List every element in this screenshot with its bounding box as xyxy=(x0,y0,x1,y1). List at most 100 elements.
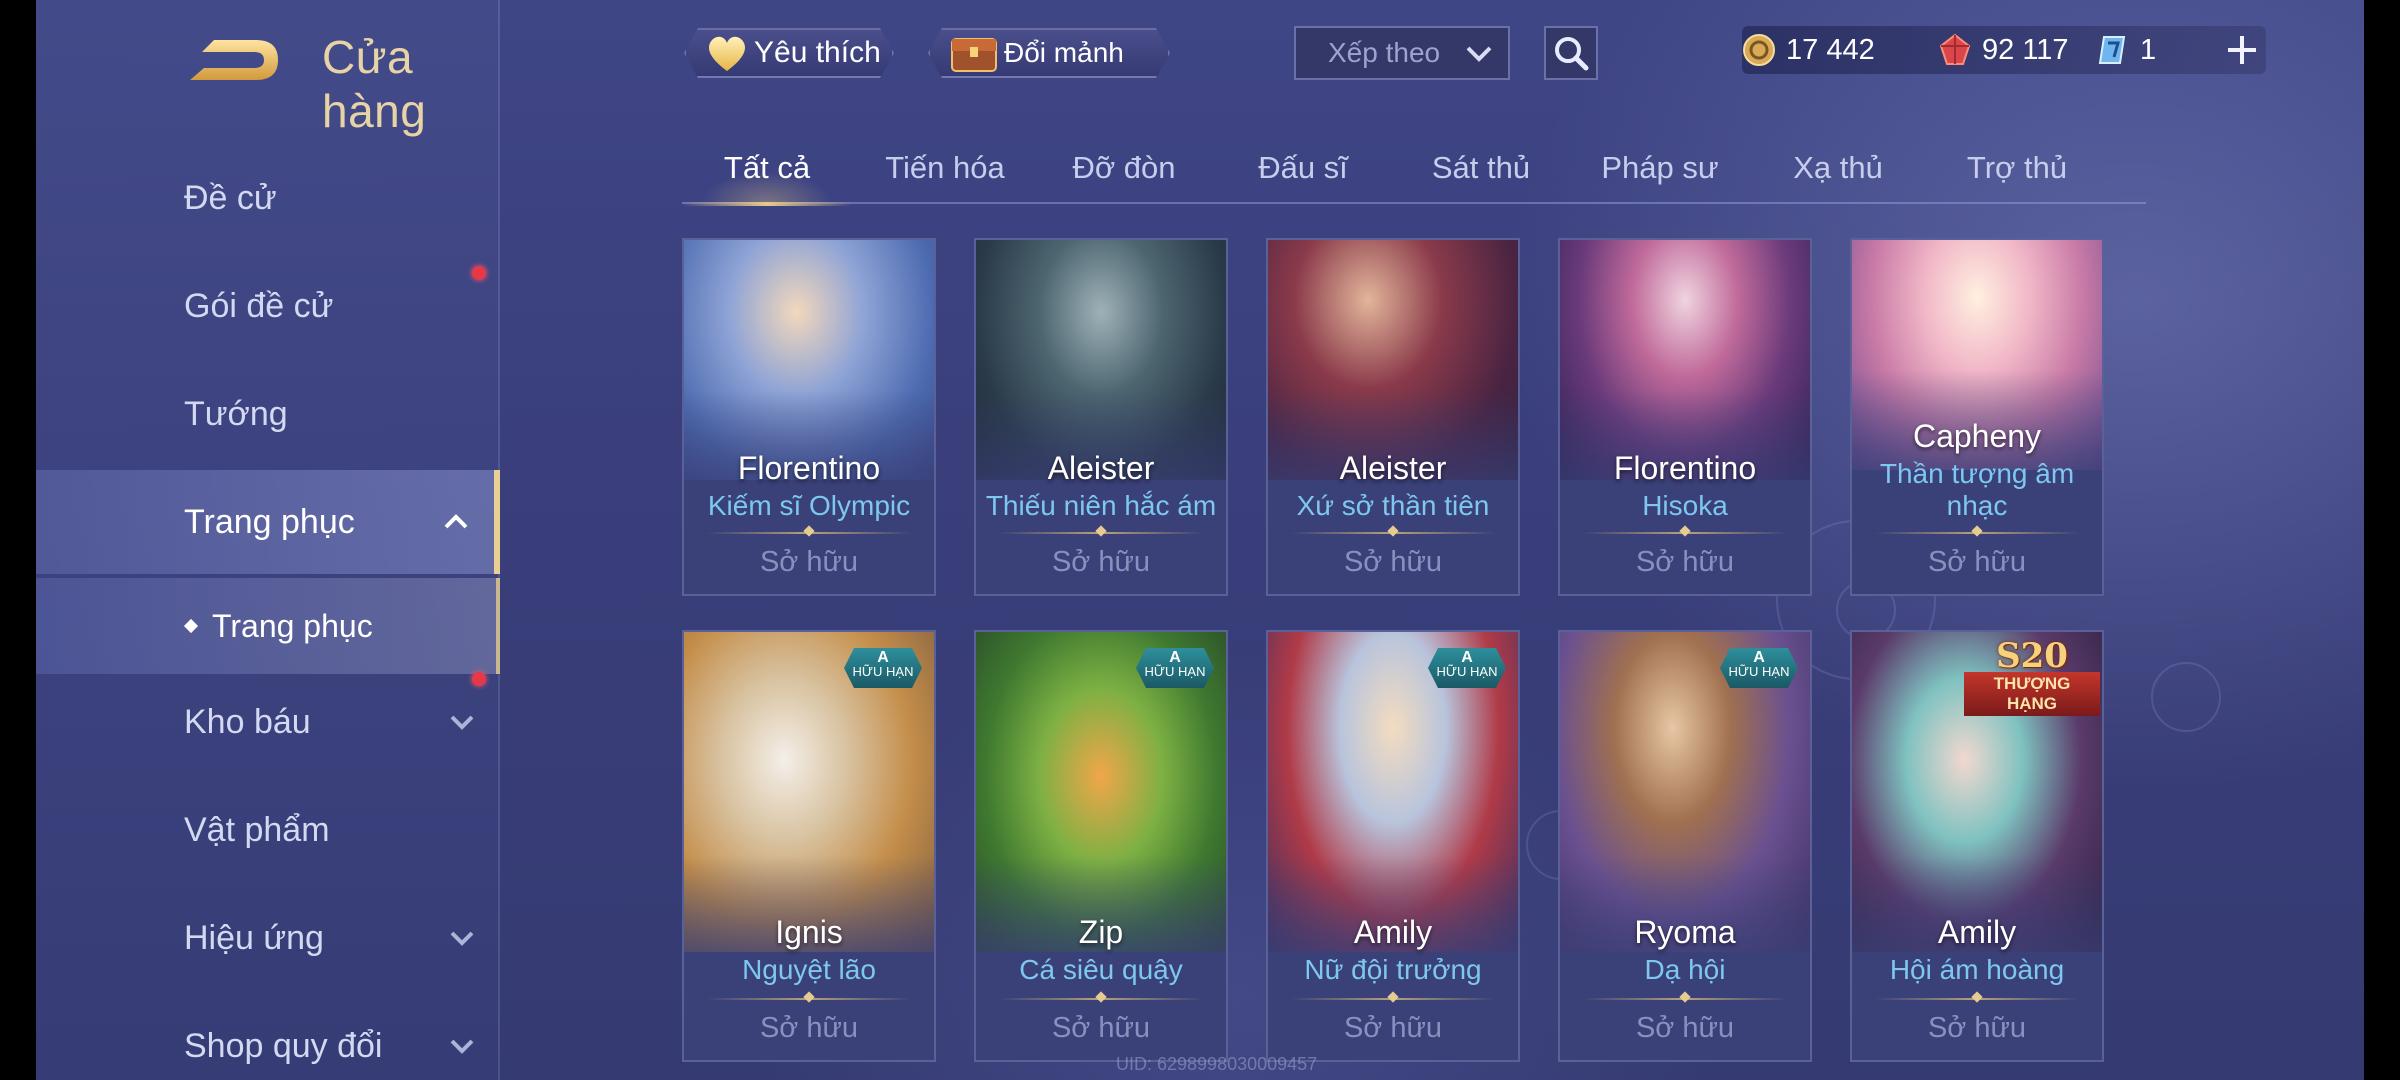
red-gem-icon xyxy=(1939,33,1971,65)
badge-text: HỮU HẠN xyxy=(852,664,914,679)
notification-dot xyxy=(472,672,486,686)
hero-name: Zip xyxy=(1078,914,1124,950)
add-currency-button[interactable] xyxy=(2224,32,2260,68)
skin-name: Hisoka xyxy=(1642,490,1728,521)
user-id-label: UID: 6298998030009457 xyxy=(1116,1054,1318,1074)
gem-amount: 1 xyxy=(2140,33,2157,66)
sidebar-item-label: Kho báu xyxy=(184,702,311,741)
skin-card[interactable]: Florentino Kiếm sĩ Olympic Sở hữu xyxy=(682,238,936,596)
voucher-balance: 92 117 xyxy=(1938,26,2069,74)
skin-card[interactable]: Florentino Hisoka Sở hữu xyxy=(1558,238,1812,596)
tab-evolution[interactable]: Tiến hóa xyxy=(860,138,1030,202)
skin-card[interactable]: Aleister Thiếu niên hắc ám Sở hữu xyxy=(974,238,1228,596)
badge-text: HỮU HẠN xyxy=(1436,664,1498,679)
sidebar-item-label: Vật phẩm xyxy=(184,810,330,849)
owned-status: Sở hữu xyxy=(1051,546,1151,578)
chevron-up-icon xyxy=(444,514,468,529)
page-title: Cửa hàng xyxy=(322,31,427,137)
chevron-down-icon xyxy=(450,931,474,946)
badge-text: HỮU HẠN xyxy=(1144,664,1206,679)
card-divider xyxy=(1582,532,1788,534)
skin-name: Dạ hội xyxy=(1644,954,1726,985)
notification-dot xyxy=(472,266,486,280)
skin-card[interactable]: Capheny Thần tượng âm nhạc Sở hữu xyxy=(1850,238,2104,596)
skin-name: Nữ đội trưởng xyxy=(1304,954,1482,985)
sidebar-item-treasure[interactable]: Kho báu xyxy=(36,670,500,774)
season-rank-badge: S20 THƯỢNG HẠNG xyxy=(1964,636,2100,716)
sidebar-item-label: Gói đề cử xyxy=(184,286,334,325)
skin-card[interactable]: A HỮU HẠN Amily Nữ đội trưởng Sở hữu xyxy=(1266,630,1520,1062)
exchange-fragments-button[interactable]: Đổi mảnh xyxy=(928,28,1170,78)
sidebar-item-items[interactable]: Vật phẩm xyxy=(36,778,500,882)
sidebar-item-label: Đề cử xyxy=(184,178,277,217)
hero-name: Ignis xyxy=(775,914,843,950)
chevron-down-icon xyxy=(1466,46,1492,62)
sidebar-item-label: Shop quy đổi xyxy=(184,1026,383,1065)
sidebar-item-effects[interactable]: Hiệu ứng xyxy=(36,886,500,990)
sidebar-item-recommended-packs[interactable]: Gói đề cử xyxy=(36,254,500,358)
sidebar-subitem-skins[interactable]: Trang phục xyxy=(36,578,500,674)
sidebar: Cửa hàng Đề cử Gói đề cử Tướng Trang phụ… xyxy=(36,0,500,1080)
skin-card[interactable]: A HỮU HẠN Ryoma Dạ hội Sở hữu xyxy=(1558,630,1812,1062)
back-button[interactable] xyxy=(186,30,286,90)
sort-label: Xếp theo xyxy=(1328,37,1441,68)
badge-rank: A xyxy=(1753,649,1765,666)
hero-name: Aleister xyxy=(1339,450,1447,486)
back-arrow-icon xyxy=(190,40,278,80)
badge-text: HỮU HẠN xyxy=(1728,664,1790,679)
sidebar-item-recommended[interactable]: Đề cử xyxy=(36,146,500,250)
plus-icon xyxy=(2228,36,2256,64)
owned-status: Sở hữu xyxy=(759,1012,859,1044)
card-divider xyxy=(1290,998,1496,1000)
favorites-label: Yêu thích xyxy=(754,36,881,69)
skin-name: Cá siêu quậy xyxy=(1019,954,1183,985)
shop-screen: Cửa hàng Đề cử Gói đề cử Tướng Trang phụ… xyxy=(36,0,2364,1080)
card-divider xyxy=(1290,532,1496,534)
decor-ring xyxy=(2151,662,2221,732)
skin-name: Kiếm sĩ Olympic xyxy=(707,490,911,521)
limited-badge: A HỮU HẠN xyxy=(1720,648,1798,688)
sort-dropdown[interactable]: Xếp theo xyxy=(1294,26,1510,80)
chevron-down-icon xyxy=(450,715,474,730)
tab-assassin[interactable]: Sát thủ xyxy=(1396,138,1566,202)
tab-support[interactable]: Trợ thủ xyxy=(1932,138,2102,202)
sidebar-item-label: Tướng xyxy=(184,394,288,433)
favorites-button[interactable]: Yêu thích xyxy=(684,28,894,78)
limited-badge: A HỮU HẠN xyxy=(844,648,922,688)
badge-rank: A xyxy=(1461,649,1473,666)
gold-balance: 17 442 xyxy=(1742,26,1875,74)
tab-fighter[interactable]: Đấu sĩ xyxy=(1218,138,1388,202)
search-icon xyxy=(1555,37,1589,71)
owned-status: Sở hữu xyxy=(759,546,859,578)
skin-card[interactable]: S20 THƯỢNG HẠNG Amily Hội ám hoàng Sở hữ… xyxy=(1850,630,2104,1062)
hero-name: Capheny xyxy=(1912,418,2042,454)
skin-card[interactable]: Aleister Xứ sở thần tiên Sở hữu xyxy=(1266,238,1520,596)
bullet-icon xyxy=(183,618,199,634)
sidebar-item-heroes[interactable]: Tướng xyxy=(36,362,500,466)
sidebar-item-label: Trang phục xyxy=(212,607,373,644)
card-divider xyxy=(1582,998,1788,1000)
skin-name: Xứ sở thần tiên xyxy=(1296,490,1490,521)
hero-name: Ryoma xyxy=(1634,914,1736,950)
owned-status: Sở hữu xyxy=(1635,1012,1735,1044)
hero-name: Amily xyxy=(1937,914,2017,950)
chevron-down-icon xyxy=(450,1039,474,1054)
card-divider xyxy=(706,998,912,1000)
hero-name: Amily xyxy=(1353,914,1433,950)
gold-coin-icon xyxy=(1743,34,1775,66)
heart-icon xyxy=(704,33,750,73)
search-button[interactable] xyxy=(1544,26,1598,80)
sidebar-item-label: Trang phục xyxy=(184,502,355,541)
sidebar-item-skins[interactable]: Trang phục xyxy=(36,470,500,574)
tab-mage[interactable]: Pháp sư xyxy=(1575,138,1745,202)
hero-name: Aleister xyxy=(1047,450,1155,486)
tab-marksman[interactable]: Xạ thủ xyxy=(1753,138,1923,202)
skin-card[interactable]: A HỮU HẠN Ignis Nguyệt lão Sở hữu xyxy=(682,630,936,1062)
tab-tank[interactable]: Đỡ đòn xyxy=(1039,138,1209,202)
skin-card[interactable]: A HỮU HẠN Zip Cá siêu quậy Sở hữu xyxy=(974,630,1228,1062)
hero-name: Florentino xyxy=(737,450,881,486)
card-divider xyxy=(998,532,1204,534)
hero-name: Florentino xyxy=(1613,450,1757,486)
tab-all[interactable]: Tất cả xyxy=(682,138,852,206)
sidebar-item-exchange-shop[interactable]: Shop quy đổi xyxy=(36,994,500,1080)
